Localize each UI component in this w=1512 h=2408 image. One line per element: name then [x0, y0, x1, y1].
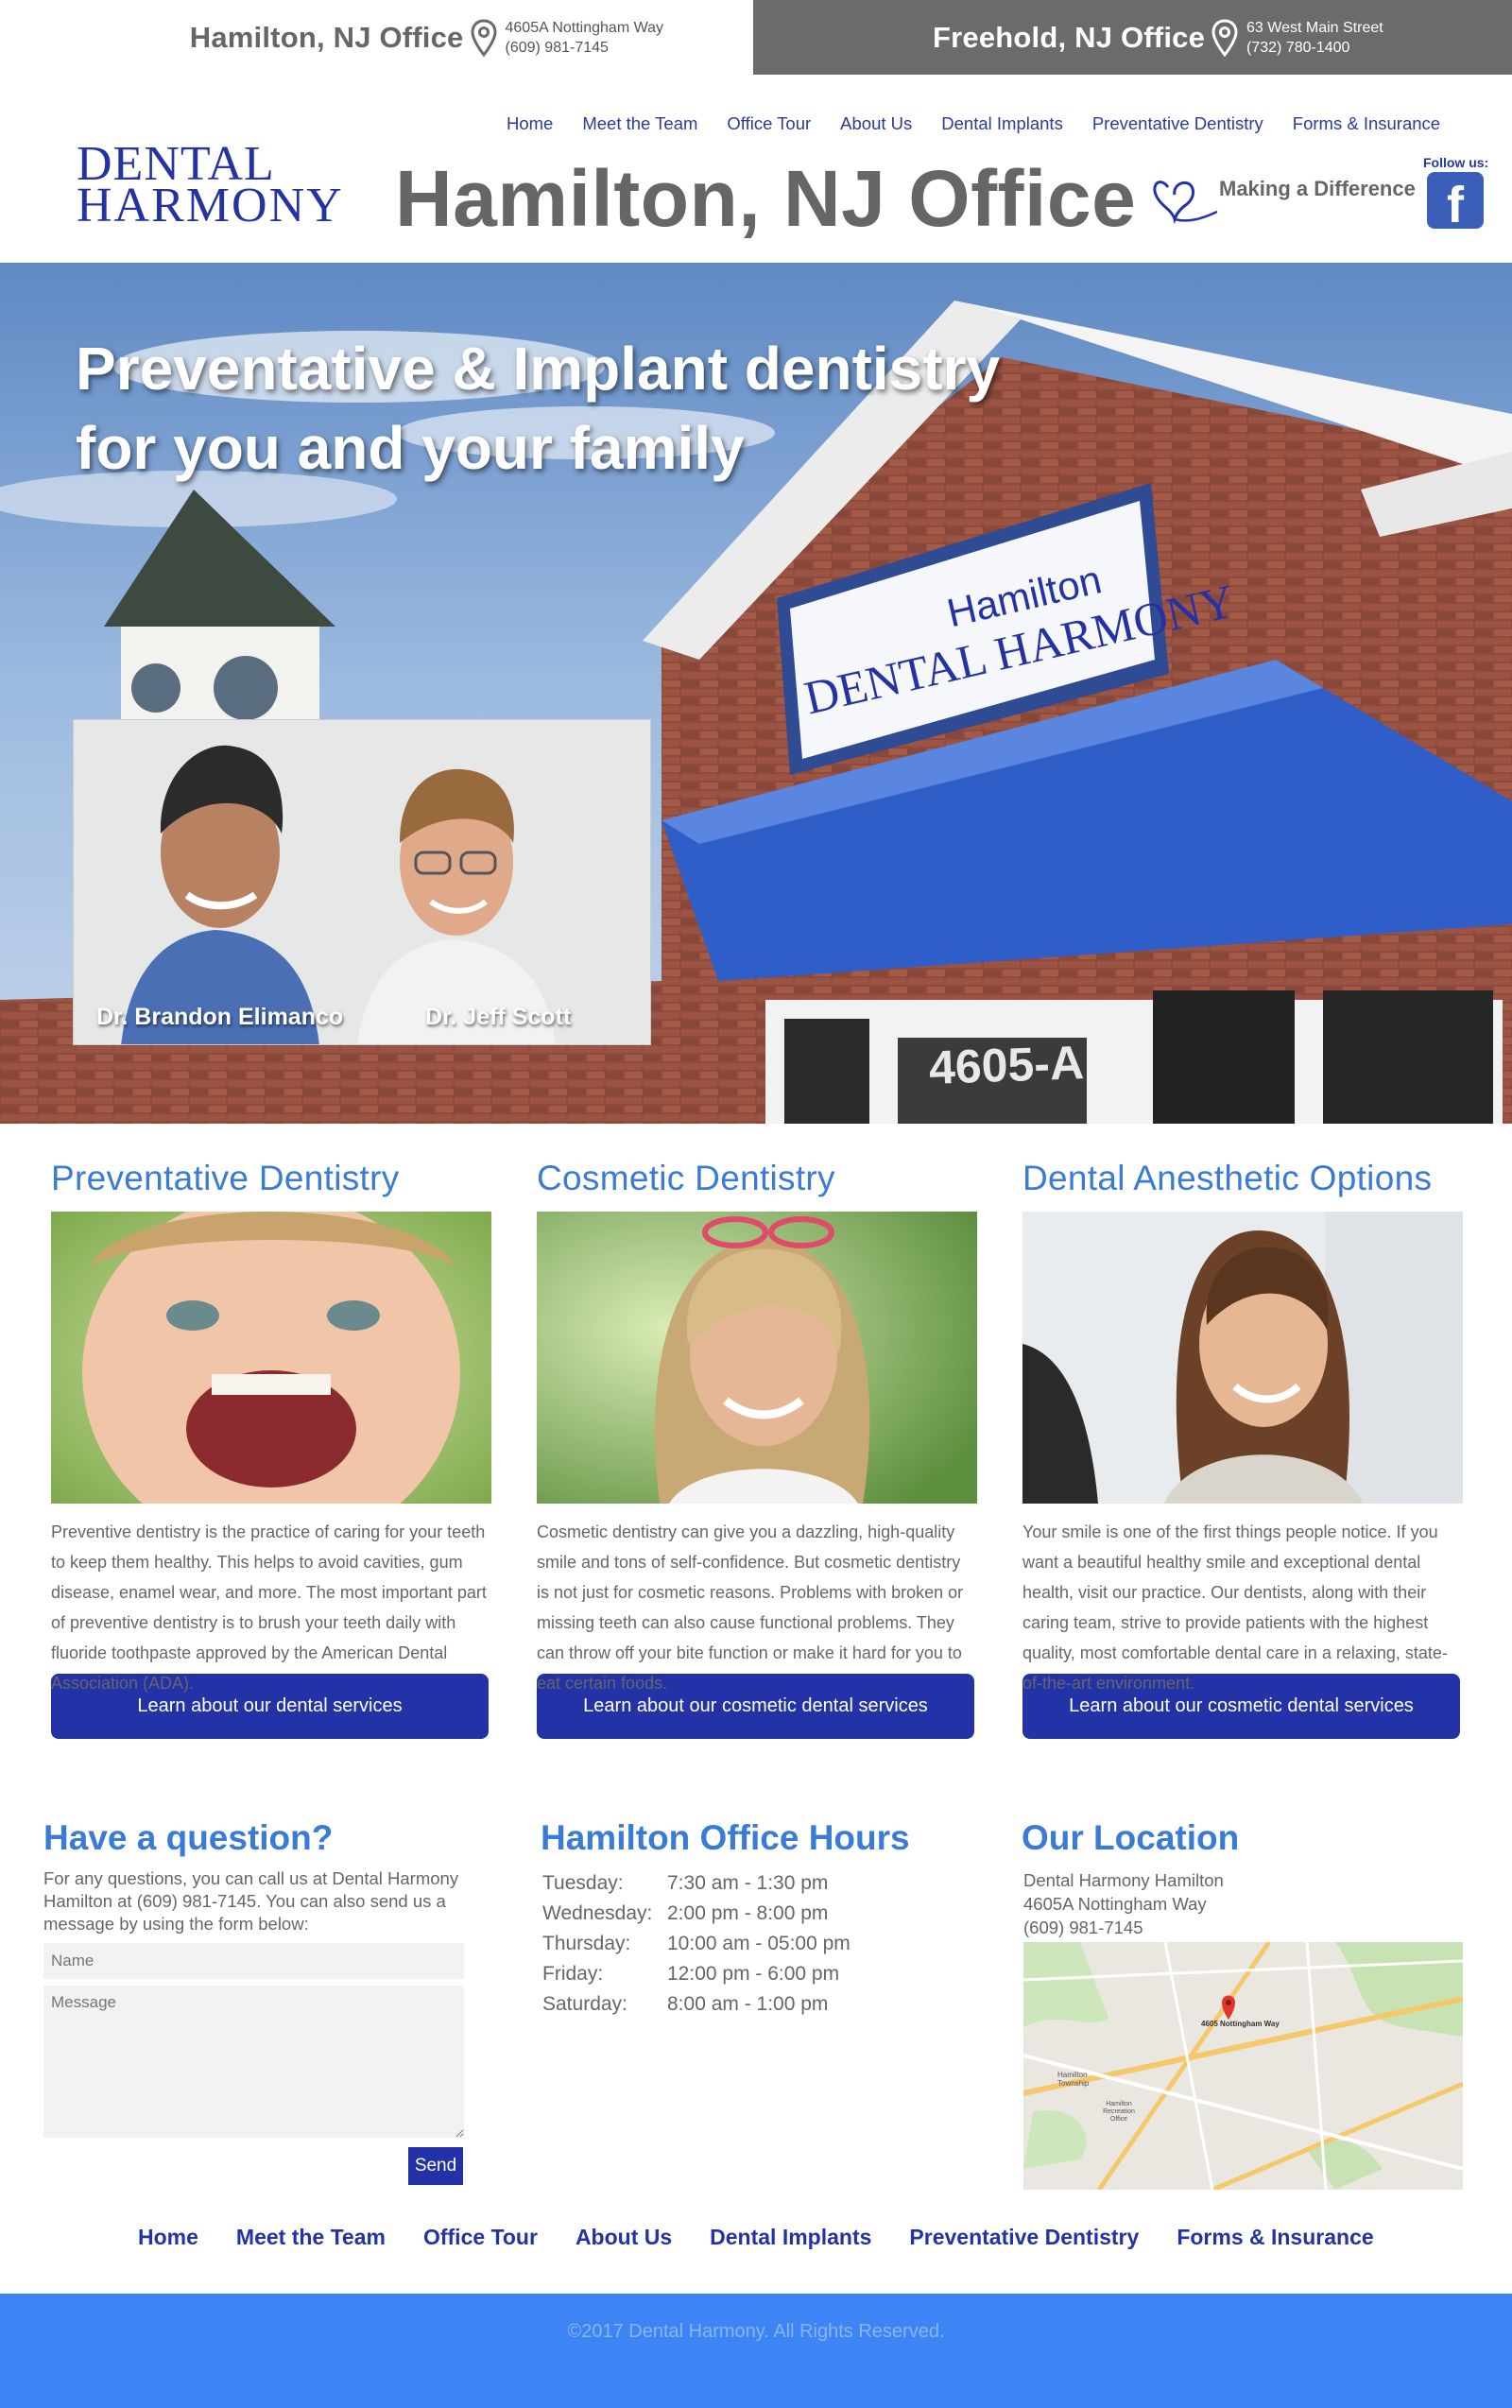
nav-office-tour[interactable]: Office Tour: [727, 113, 811, 134]
follow-us-label: Follow us:: [1423, 155, 1489, 170]
footer-nav-about-us[interactable]: About Us: [576, 2225, 672, 2250]
map-place-label-1: Hamilton Township: [1057, 2071, 1090, 2088]
hero-headline: Preventative & Implant dentistry for you…: [76, 329, 1115, 488]
hero-headline-line-1: Preventative & Implant dentistry: [76, 335, 1001, 403]
name-input[interactable]: [43, 1943, 464, 1979]
hours-time: 12:00 pm - 6:00 pm: [667, 1963, 840, 1985]
hours-row: Tuesday: 7:30 am - 1:30 pm: [542, 1868, 850, 1899]
hours-time: 7:30 am - 1:30 pm: [667, 1872, 829, 1894]
hours-row: Thursday: 10:00 am - 05:00 pm: [542, 1929, 850, 1959]
patient-dental-chair-image: [1022, 1212, 1463, 1504]
hamilton-office-block[interactable]: Hamilton, NJ Office 4605A Nottingham Way…: [0, 0, 753, 75]
footer-nav: Home Meet the Team Office Tour About Us …: [138, 2225, 1412, 2250]
learn-cosmetic-services-button[interactable]: Learn about our cosmetic dental services: [537, 1674, 974, 1739]
woman-smiling-photo: [537, 1212, 977, 1504]
location-phone[interactable]: (609) 981-7145: [1023, 1916, 1224, 1939]
logo-line-2: Harmony: [77, 179, 344, 232]
freehold-office-block[interactable]: Freehold, NJ Office 63 West Main Street …: [753, 0, 1512, 75]
hours-day: Saturday:: [542, 1993, 627, 2015]
freehold-phone[interactable]: (732) 780-1400: [1246, 38, 1383, 58]
hours-day: Wednesday:: [542, 1902, 653, 1924]
footer-nav-home[interactable]: Home: [138, 2225, 198, 2250]
question-text: For any questions, you can call us at De…: [43, 1868, 459, 1934]
making-a-difference-badge: Making a Difference: [1151, 166, 1416, 232]
office-bar: Hamilton, NJ Office 4605A Nottingham Way…: [0, 0, 1512, 75]
nav-home[interactable]: Home: [507, 113, 553, 134]
question-title: Have a question?: [43, 1818, 334, 1857]
service-card-cosmetic: Cosmetic Dentistry Cosmetic dentistry ca…: [537, 1159, 977, 1739]
doctor-name-1: Dr. Brandon Elimanco: [96, 1004, 344, 1030]
nav-dental-implants[interactable]: Dental Implants: [941, 113, 1063, 134]
tagline: Making a Difference: [1219, 177, 1416, 200]
office-hours-list: Tuesday: 7:30 am - 1:30 pm Wednesday: 2:00…: [542, 1868, 850, 2020]
hours-day: Tuesday:: [542, 1872, 624, 1894]
location-title: Our Location: [1022, 1818, 1240, 1857]
page-title: Hamilton, NJ Office: [395, 154, 1137, 243]
nav-about-us[interactable]: About Us: [840, 113, 912, 134]
hours-day: Friday:: [542, 1963, 604, 1985]
hearts-logo-icon: [1153, 181, 1217, 225]
message-textarea[interactable]: [43, 1986, 464, 2138]
service-description: Cosmetic dentistry can give you a dazzli…: [537, 1522, 964, 1693]
learn-cosmetic-services-button-2[interactable]: Learn about our cosmetic dental services: [1022, 1674, 1460, 1739]
nav-meet-the-team[interactable]: Meet the Team: [582, 113, 697, 134]
doctors-image: [74, 720, 650, 1044]
footer-nav-preventative-dentistry[interactable]: Preventative Dentistry: [909, 2225, 1139, 2250]
location-name: Dental Harmony Hamilton: [1023, 1870, 1224, 1890]
service-description: Preventive dentistry is the practice of …: [51, 1522, 487, 1693]
service-title: Cosmetic Dentistry: [537, 1159, 835, 1197]
hours-time: 10:00 am - 05:00 pm: [667, 1933, 850, 1954]
hours-row: Wednesday: 2:00 pm - 8:00 pm: [542, 1899, 850, 1929]
hours-row: Saturday: 8:00 am - 1:00 pm: [542, 1989, 850, 2020]
hours-time: 2:00 pm - 8:00 pm: [667, 1902, 829, 1924]
hamilton-office-address: 4605A Nottingham Way (609) 981-7145: [506, 18, 664, 58]
hamilton-office-name[interactable]: Hamilton, NJ Office: [190, 21, 464, 55]
patient-dental-chair-photo: [1022, 1212, 1463, 1504]
freehold-street: 63 West Main Street: [1246, 19, 1383, 36]
facebook-icon[interactable]: f: [1427, 172, 1484, 233]
location-street: 4605A Nottingham Way: [1023, 1894, 1207, 1914]
top-nav: Home Meet the Team Office Tour About Us …: [507, 113, 1469, 134]
copyright: ©2017 Dental Harmony. All Rights Reserve…: [567, 2321, 945, 2342]
office-hours-title: Hamilton Office Hours: [541, 1818, 910, 1857]
footer-nav-meet-the-team[interactable]: Meet the Team: [236, 2225, 386, 2250]
hero-banner: Preventative & Implant dentistry for you…: [0, 263, 1512, 1124]
hamilton-street: 4605A Nottingham Way: [505, 19, 664, 36]
map-pin-icon: [1211, 18, 1238, 57]
freehold-office-address: 63 West Main Street (732) 780-1400: [1246, 18, 1383, 58]
footer-nav-forms-insurance[interactable]: Forms & Insurance: [1177, 2225, 1373, 2250]
dental-harmony-logo[interactable]: Dental Harmony: [77, 140, 344, 232]
building-number: 4605-A: [928, 1036, 1085, 1094]
hours-row: Friday: 12:00 pm - 6:00 pm: [542, 1959, 850, 1989]
doctor-name-2: Dr. Jeff Scott: [425, 1004, 572, 1030]
footer-nav-office-tour[interactable]: Office Tour: [423, 2225, 538, 2250]
freehold-office-name[interactable]: Freehold, NJ Office: [933, 21, 1205, 55]
nav-forms-insurance[interactable]: Forms & Insurance: [1293, 113, 1440, 134]
hero-headline-line-2: for you and your family: [76, 414, 745, 482]
child-smiling-image: [51, 1212, 491, 1504]
service-card-preventative: Preventative Dentistry Preventive dentis…: [51, 1159, 491, 1739]
footer-bar: ©2017 Dental Harmony. All Rights Reserve…: [0, 2294, 1512, 2408]
location-address: Dental Harmony Hamilton 4605A Nottingham…: [1023, 1868, 1224, 1939]
map-pin-icon: [470, 18, 497, 57]
hours-day: Thursday:: [542, 1933, 631, 1954]
nav-preventative-dentistry[interactable]: Preventative Dentistry: [1092, 113, 1263, 134]
map-place-label-2: Hamilton Recreation Office: [1103, 2101, 1135, 2123]
service-title: Preventative Dentistry: [51, 1159, 400, 1197]
footer-nav-dental-implants[interactable]: Dental Implants: [710, 2225, 871, 2250]
service-title: Dental Anesthetic Options: [1022, 1159, 1433, 1197]
hours-time: 8:00 am - 1:00 pm: [667, 1993, 829, 2015]
child-smiling-photo: [51, 1212, 491, 1504]
location-map[interactable]: 4605 Nottingham Way Hamilton Township Ha…: [1023, 1942, 1463, 2190]
hamilton-phone[interactable]: (609) 981-7145: [506, 38, 664, 58]
doctors-photo: Dr. Brandon Elimanco Dr. Jeff Scott: [73, 719, 651, 1045]
send-button[interactable]: Send: [408, 2147, 463, 2185]
map-pin-label: 4605 Nottingham Way: [1201, 2020, 1280, 2028]
woman-smiling-image: [537, 1212, 977, 1504]
map-image: [1023, 1942, 1463, 2190]
service-card-anesthetic: Dental Anesthetic Options Your smile is …: [1022, 1159, 1463, 1739]
service-description: Your smile is one of the first things pe…: [1022, 1522, 1448, 1693]
